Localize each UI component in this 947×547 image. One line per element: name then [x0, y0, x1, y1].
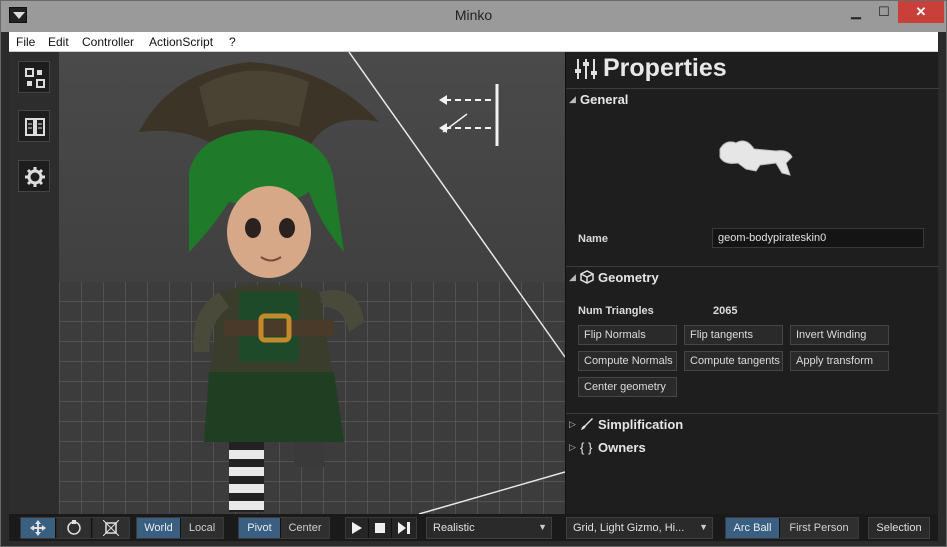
first-person-button[interactable]: First Person — [780, 518, 858, 538]
center-geometry-button[interactable]: Center geometry — [578, 377, 677, 397]
num-triangles-value: 2065 — [713, 305, 738, 317]
local-space-button[interactable]: Local — [181, 518, 223, 538]
stop-icon — [375, 523, 385, 533]
rotate-tool-button[interactable] — [57, 518, 92, 538]
library-button[interactable] — [18, 110, 50, 142]
library-icon — [25, 118, 45, 136]
compute-normals-button[interactable]: Compute Normals — [578, 351, 677, 371]
overlays-value: Grid, Light Gizmo, Hi... — [573, 522, 685, 534]
num-triangles-label: Num Triangles — [578, 305, 654, 317]
scale-icon — [102, 519, 120, 537]
menu-bar: File Edit Controller ActionScript ? — [9, 32, 938, 52]
chevron-down-icon: ▼ — [699, 522, 708, 532]
owners-section-header[interactable]: ▷ { } Owners — [566, 437, 939, 459]
flip-normals-button[interactable]: Flip Normals — [578, 325, 677, 345]
scene-graph-button[interactable] — [18, 61, 50, 93]
gear-icon — [25, 167, 45, 187]
3d-viewport[interactable] — [59, 52, 565, 514]
sliders-icon — [575, 59, 597, 79]
flip-tangents-button[interactable]: Flip tangents — [684, 325, 783, 345]
move-arrows-icon — [30, 520, 46, 536]
title-bar: Minko ▁ ☐ ✕ — [1, 1, 946, 32]
playback-group — [345, 517, 417, 539]
collapse-arrow-icon: ◢ — [569, 272, 576, 282]
apply-transform-button[interactable]: Apply transform — [790, 351, 889, 371]
window-title: Minko — [454, 7, 493, 23]
menu-controller[interactable]: Controller — [82, 35, 134, 49]
properties-header: Properties — [566, 52, 939, 88]
brush-icon — [581, 418, 593, 430]
render-mode-value: Realistic — [433, 522, 475, 534]
properties-title: Properties — [603, 54, 727, 82]
collapse-arrow-icon: ◢ — [569, 94, 576, 104]
play-button[interactable] — [346, 518, 369, 538]
app-window: Minko ▁ ☐ ✕ File Edit Controller ActionS… — [0, 0, 947, 547]
rotate-icon — [67, 520, 81, 535]
chevron-down-icon: ▼ — [538, 522, 547, 532]
space-toggle-group: World Local — [136, 517, 224, 539]
directional-light-icon — [439, 84, 499, 146]
menu-edit[interactable]: Edit — [48, 35, 69, 49]
arc-ball-button[interactable]: Arc Ball — [726, 518, 780, 538]
scene-graph-icon — [25, 68, 45, 88]
compute-tangents-button[interactable]: Compute tangents — [684, 351, 783, 371]
simplification-section: ▷ Simplification — [566, 413, 939, 437]
close-button[interactable]: ✕ — [898, 1, 944, 23]
pirate-character-model — [139, 62, 379, 512]
minimize-button[interactable]: ▁ — [841, 1, 871, 23]
world-space-button[interactable]: World — [137, 518, 181, 538]
general-section-label: General — [580, 92, 629, 107]
scale-tool-button[interactable] — [93, 518, 129, 538]
name-label: Name — [578, 233, 608, 245]
bottom-toolbar: World Local Pivot Center Realistic ▼ Gri… — [9, 514, 938, 541]
overlays-select[interactable]: Grid, Light Gizmo, Hi... ▼ — [566, 517, 713, 539]
cube-icon — [580, 270, 594, 284]
geometry-section-label: Geometry — [598, 270, 659, 285]
transform-tool-group — [20, 517, 130, 539]
braces-icon: { } — [580, 440, 593, 455]
geometry-section: ◢ Geometry Num Triangles 2065 Flip Norma… — [566, 266, 939, 414]
center-button[interactable]: Center — [281, 518, 329, 538]
properties-panel: Properties ◢ General Name geom-bodypirat… — [565, 52, 939, 514]
simplification-section-header[interactable]: ▷ Simplification — [566, 414, 939, 436]
general-section: ◢ General Name geom-bodypirateskin0 — [566, 88, 939, 266]
menu-file[interactable]: File — [16, 35, 35, 49]
name-field[interactable]: geom-bodypirateskin0 — [712, 228, 924, 248]
step-forward-icon — [398, 522, 410, 534]
menu-actionscript[interactable]: ActionScript — [149, 35, 213, 49]
simplification-section-label: Simplification — [598, 417, 684, 432]
step-forward-button[interactable] — [392, 518, 416, 538]
owners-section: ▷ { } Owners — [566, 437, 939, 461]
pivot-button[interactable]: Pivot — [239, 518, 281, 538]
expand-arrow-icon: ▷ — [569, 442, 576, 452]
play-icon — [352, 522, 362, 534]
anchor-toggle-group: Pivot Center — [238, 517, 330, 539]
menu-help[interactable]: ? — [229, 35, 236, 49]
selection-button[interactable]: Selection — [868, 517, 930, 539]
invert-winding-button[interactable]: Invert Winding — [790, 325, 889, 345]
geometry-section-header[interactable]: ◢ Geometry — [566, 267, 939, 289]
general-section-header[interactable]: ◢ General — [566, 89, 939, 111]
maximize-button[interactable]: ☐ — [871, 1, 897, 23]
geometry-preview-thumbnail — [719, 140, 793, 176]
camera-mode-group: Arc Ball First Person — [725, 517, 859, 539]
settings-button[interactable] — [18, 160, 50, 192]
owners-section-label: Owners — [598, 440, 646, 455]
translate-tool-button[interactable] — [21, 518, 56, 538]
expand-arrow-icon: ▷ — [569, 419, 576, 429]
left-toolstrip — [9, 52, 59, 514]
render-mode-select[interactable]: Realistic ▼ — [426, 517, 552, 539]
stop-button[interactable] — [369, 518, 392, 538]
